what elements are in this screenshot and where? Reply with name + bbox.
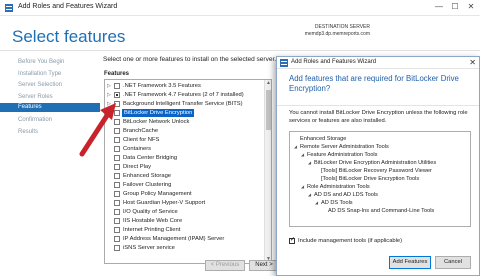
window-title: Add Roles and Features Wizard: [18, 3, 118, 10]
tree-item: [Tools] BitLocker Drive Encryption Tools: [321, 176, 420, 182]
red-arrow-annotation: [79, 103, 116, 157]
feature-row[interactable]: Direct Play: [105, 163, 263, 171]
tree-item: ◢ AD DS and AD LDS Tools: [308, 192, 378, 198]
nav-item-installation-type[interactable]: Installation Type: [18, 71, 61, 77]
maximize-button[interactable]: ☐: [448, 2, 462, 11]
add-features-button[interactable]: Add Features: [389, 256, 431, 269]
dialog-description: You cannot install BitLocker Drive Encry…: [289, 110, 468, 124]
feature-checkbox[interactable]: [114, 245, 120, 251]
expand-icon[interactable]: ▷: [107, 91, 113, 99]
feature-checkbox[interactable]: [114, 164, 120, 170]
tree-item: AD DS Snap-Ins and Command-Line Tools: [328, 208, 435, 214]
dialog-heading: Add features that are required for BitLo…: [289, 74, 459, 93]
server-manager-icon: [280, 59, 288, 67]
feature-row[interactable]: Containers: [105, 145, 263, 153]
feature-checkbox[interactable]: [114, 218, 120, 224]
feature-checkbox[interactable]: [114, 191, 120, 197]
dialog-close-button[interactable]: ✕: [469, 58, 476, 67]
feature-checkbox[interactable]: [114, 227, 120, 233]
nav-item-before-you-begin[interactable]: Before You Begin: [18, 59, 64, 65]
destination-server-label: DESTINATION SERVER: [314, 24, 370, 30]
feature-row[interactable]: Data Center Bridging: [105, 154, 263, 162]
features-list[interactable]: ▷ .NET Framework 3.5 Features ▷ .NET Frame…: [104, 79, 272, 264]
feature-row[interactable]: ▷ Background Intelligent Transfer Service…: [105, 100, 263, 108]
page-title: Select features: [12, 27, 126, 46]
features-heading: Features: [104, 71, 130, 77]
feature-row-bitlocker[interactable]: BitLocker Drive Encryption: [105, 109, 263, 117]
minimize-button[interactable]: —: [432, 2, 446, 11]
feature-row[interactable]: Enhanced Storage: [105, 172, 263, 180]
close-button[interactable]: ✕: [464, 2, 478, 11]
feature-row[interactable]: ▷ .NET Framework 3.5 Features: [105, 82, 263, 90]
feature-row[interactable]: Host Guardian Hyper-V Support: [105, 199, 263, 207]
scrollbar-thumb[interactable]: [266, 90, 271, 130]
feature-row[interactable]: BranchCache: [105, 127, 263, 135]
instruction-text: Select one or more features to install o…: [103, 56, 277, 63]
tree-item: ◢ Role Administration Tools: [301, 184, 370, 190]
feature-checkbox[interactable]: [114, 92, 120, 98]
feature-checkbox[interactable]: [114, 236, 120, 242]
include-tools-label: Include management tools (if applicable): [298, 238, 403, 244]
feature-checkbox[interactable]: [114, 209, 120, 215]
tree-item: ◢ AD DS Tools: [315, 200, 353, 206]
feature-row[interactable]: I/O Quality of Service: [105, 208, 263, 216]
feature-row[interactable]: Group Policy Management: [105, 190, 263, 198]
next-button[interactable]: Next >: [249, 260, 279, 271]
feature-checkbox[interactable]: [114, 182, 120, 188]
nav-item-results[interactable]: Results: [18, 129, 38, 135]
tree-item: ◢ Feature Administration Tools: [301, 152, 378, 158]
feature-checkbox[interactable]: [114, 173, 120, 179]
feature-row[interactable]: BitLocker Network Unlock: [105, 118, 263, 126]
required-features-dialog: Add Roles and Features Wizard ✕ Add feat…: [276, 56, 480, 276]
cancel-button[interactable]: Cancel: [435, 256, 471, 269]
tree-item: [Tools] BitLocker Recovery Password View…: [321, 168, 432, 174]
features-scrollbar[interactable]: ▲ ▼: [264, 80, 271, 263]
feature-row[interactable]: iSNS Server service: [105, 244, 263, 252]
dialog-title: Add Roles and Features Wizard: [291, 59, 377, 65]
expand-icon[interactable]: ▷: [107, 82, 113, 90]
feature-row[interactable]: IIS Hostable Web Core: [105, 217, 263, 225]
server-manager-icon: [5, 4, 13, 12]
dialog-divider: [277, 105, 479, 106]
scroll-up-icon[interactable]: ▲: [265, 80, 271, 87]
nav-item-server-roles[interactable]: Server Roles: [18, 94, 53, 100]
tree-item: Enhanced Storage: [300, 136, 347, 142]
feature-row[interactable]: ▷ .NET Framework 4.7 Features (2 of 7 ins…: [105, 91, 263, 99]
feature-row[interactable]: Internet Printing Client: [105, 226, 263, 234]
feature-row[interactable]: Failover Clustering: [105, 181, 263, 189]
wizard-nav: Before You Begin Installation Type Serve…: [0, 51, 100, 276]
required-features-tree: Enhanced Storage ◢ Remote Server Administ…: [289, 131, 471, 227]
dialog-titlebar: Add Roles and Features Wizard ✕: [277, 57, 479, 69]
nav-item-confirmation[interactable]: Confirmation: [18, 117, 52, 123]
feature-checkbox[interactable]: [114, 200, 120, 206]
tree-item: ◢ BitLocker Drive Encryption Administrati…: [308, 160, 437, 166]
include-tools-checkbox[interactable]: [289, 236, 295, 244]
nav-item-server-selection[interactable]: Server Selection: [18, 82, 62, 88]
previous-button[interactable]: < Previous: [205, 260, 245, 271]
feature-checkbox[interactable]: [114, 83, 120, 89]
destination-server-name: memdp3.dp.memreports.com: [304, 31, 370, 37]
window-titlebar: Add Roles and Features Wizard — ☐ ✕: [0, 0, 480, 16]
feature-row[interactable]: IP Address Management (IPAM) Server: [105, 235, 263, 243]
feature-row[interactable]: Client for NFS: [105, 136, 263, 144]
tree-item: ◢ Remote Server Administration Tools: [294, 144, 389, 150]
